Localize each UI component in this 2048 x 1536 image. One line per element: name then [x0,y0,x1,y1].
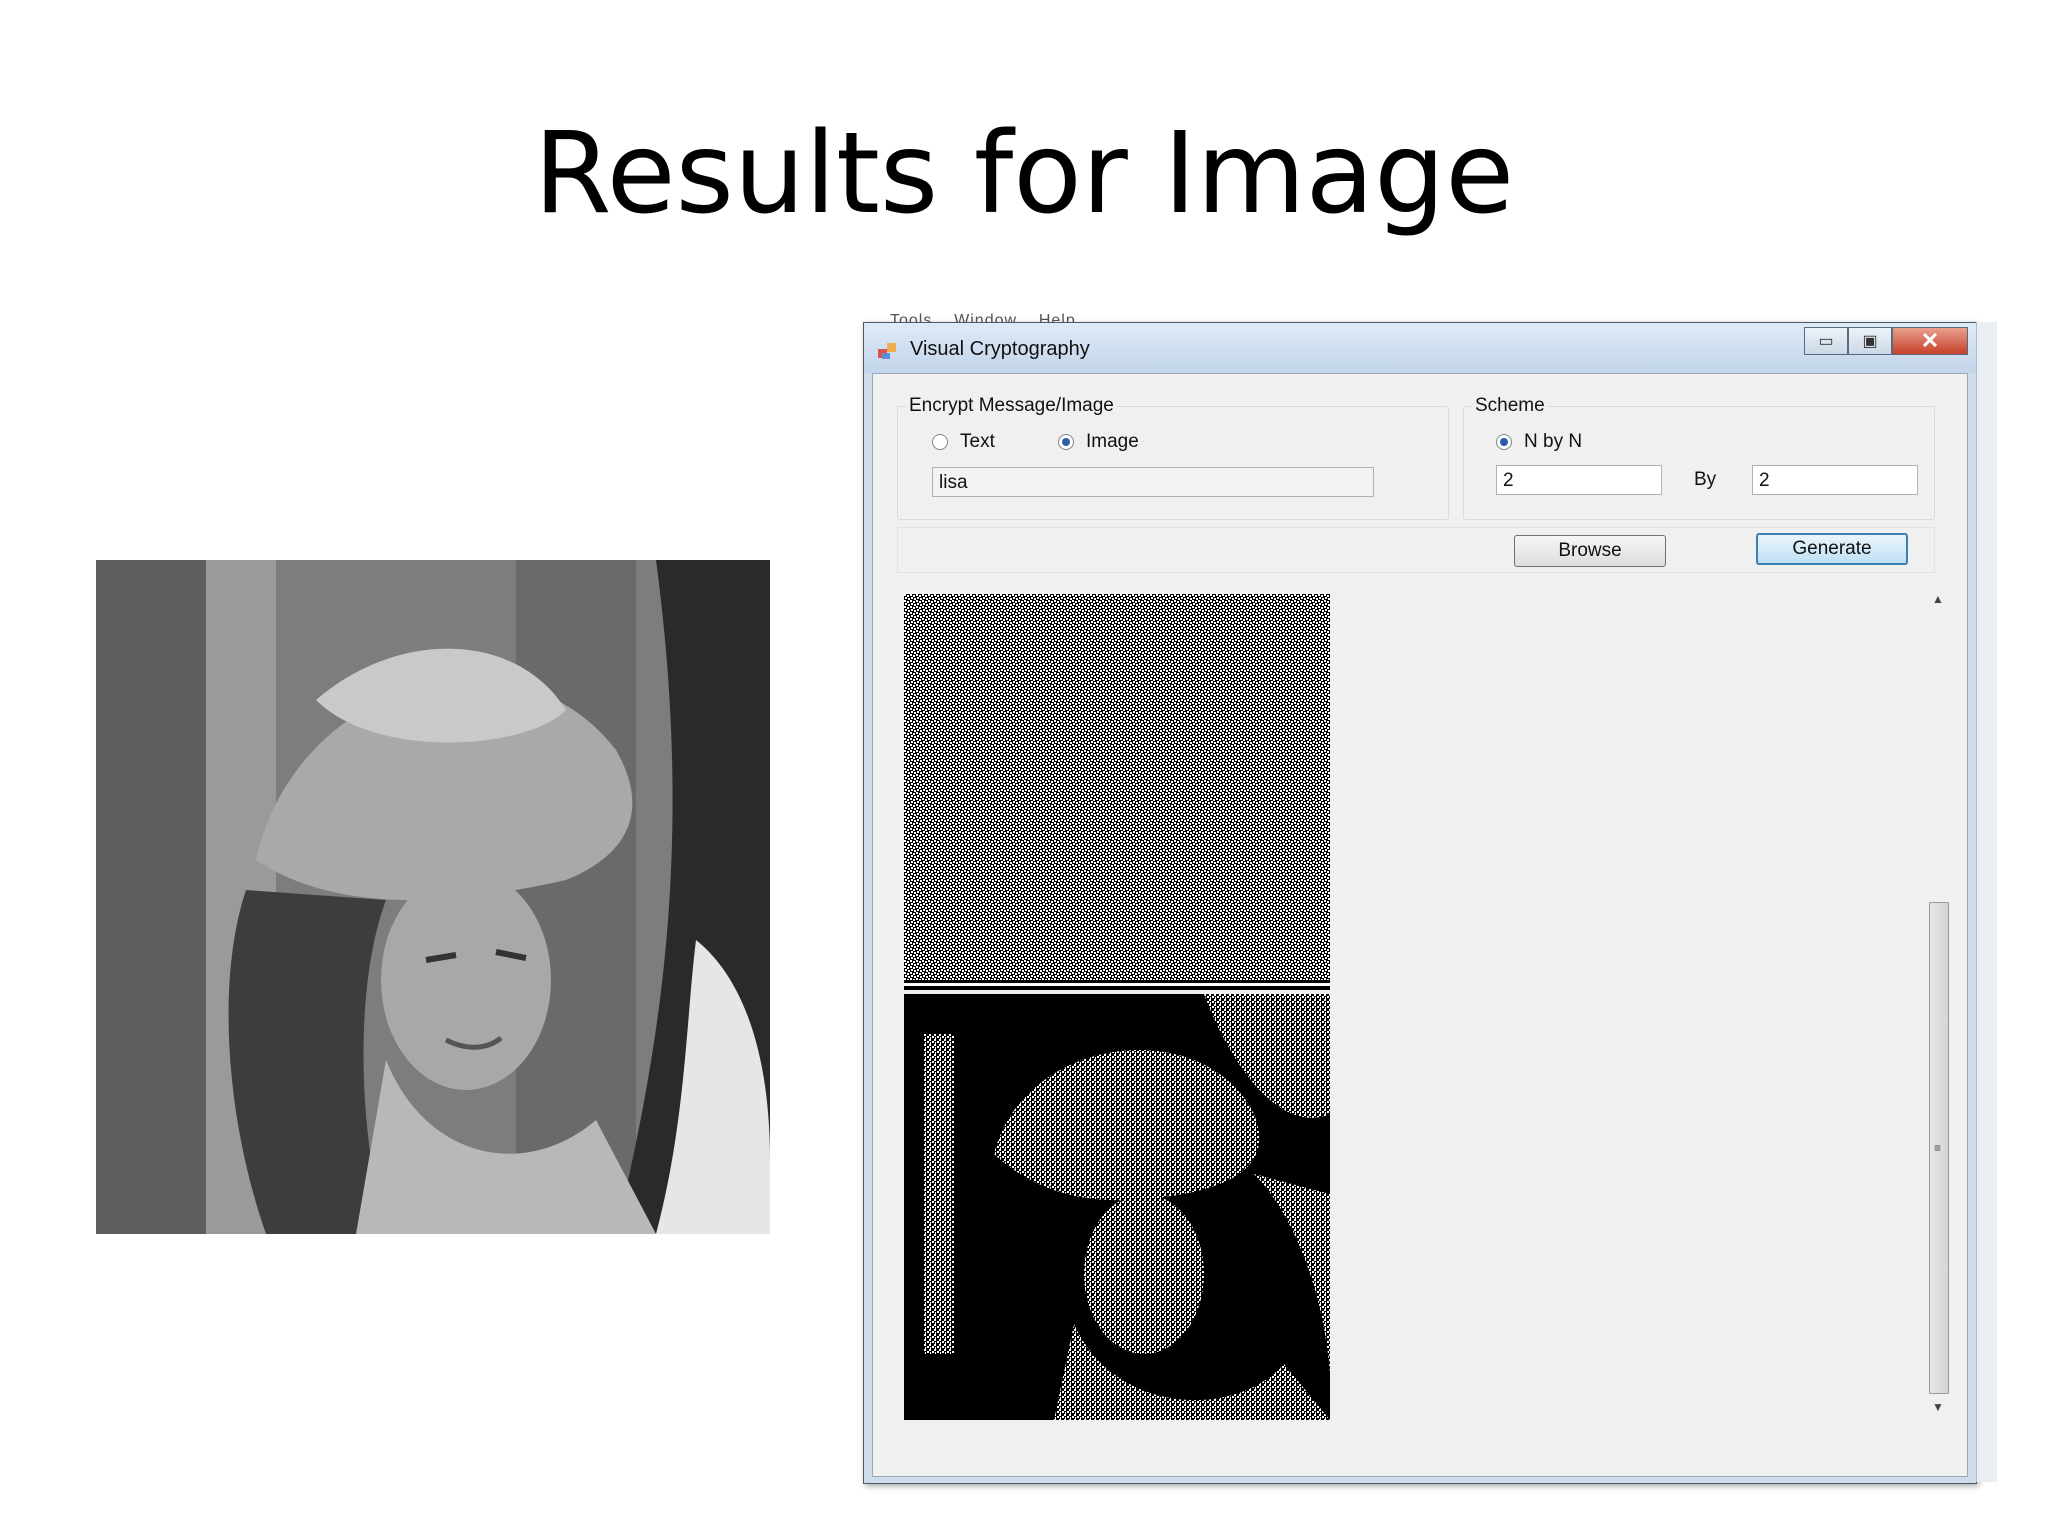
share-image-1 [904,594,1330,980]
radio-image-circle[interactable] [1058,434,1074,450]
radio-n-by-n-label: N by N [1524,431,1583,452]
m-value-input[interactable]: 2 [1752,465,1918,495]
background-window-edge [1976,322,1997,1482]
encrypt-group-label: Encrypt Message/Image [906,395,1117,417]
title-bar[interactable]: Visual Cryptography ▭ ▣ ✕ [864,323,1976,373]
radio-text-circle[interactable] [932,434,948,450]
app-window: Visual Cryptography ▭ ▣ ✕ Encrypt Messag… [863,322,1977,1484]
scroll-thumb[interactable]: ≡ [1929,902,1949,1394]
minimize-button[interactable]: ▭ [1804,327,1848,355]
close-button[interactable]: ✕ [1892,327,1968,355]
by-label: By [1694,469,1717,490]
radio-n-by-n[interactable]: N by N [1496,431,1582,453]
scroll-down-icon[interactable]: ▼ [1927,1400,1949,1418]
share-image-2 [904,994,1330,1420]
browse-button[interactable]: Browse [1514,535,1666,567]
radio-text[interactable]: Text [932,431,995,453]
slide-title: Results for Image [533,109,1515,239]
scroll-up-icon[interactable]: ▲ [1927,592,1949,610]
scheme-groupbox: Scheme N by N 2 By 2 [1463,395,1935,520]
window-title: Visual Cryptography [910,338,1090,360]
window-controls: ▭ ▣ ✕ [1804,327,1968,355]
maximize-button[interactable]: ▣ [1848,327,1892,355]
share-separator [904,980,1330,990]
vertical-scrollbar[interactable]: ▲ ≡ ▼ [1927,590,1949,1420]
radio-image-label: Image [1086,431,1139,452]
scheme-group-label: Scheme [1472,395,1548,417]
radio-text-label: Text [960,431,995,452]
radio-image[interactable]: Image [1058,431,1139,453]
original-image [96,560,770,1234]
encrypt-groupbox: Encrypt Message/Image Text Image lisa [897,395,1449,520]
n-value-input[interactable]: 2 [1496,465,1662,495]
radio-n-by-n-circle[interactable] [1496,434,1512,450]
scroll-grip-icon: ≡ [1934,1141,1942,1155]
client-area: Encrypt Message/Image Text Image lisa Sc… [872,373,1968,1477]
image-name-field[interactable]: lisa [932,467,1374,497]
generate-button[interactable]: Generate [1756,533,1908,565]
app-icon [878,343,896,359]
